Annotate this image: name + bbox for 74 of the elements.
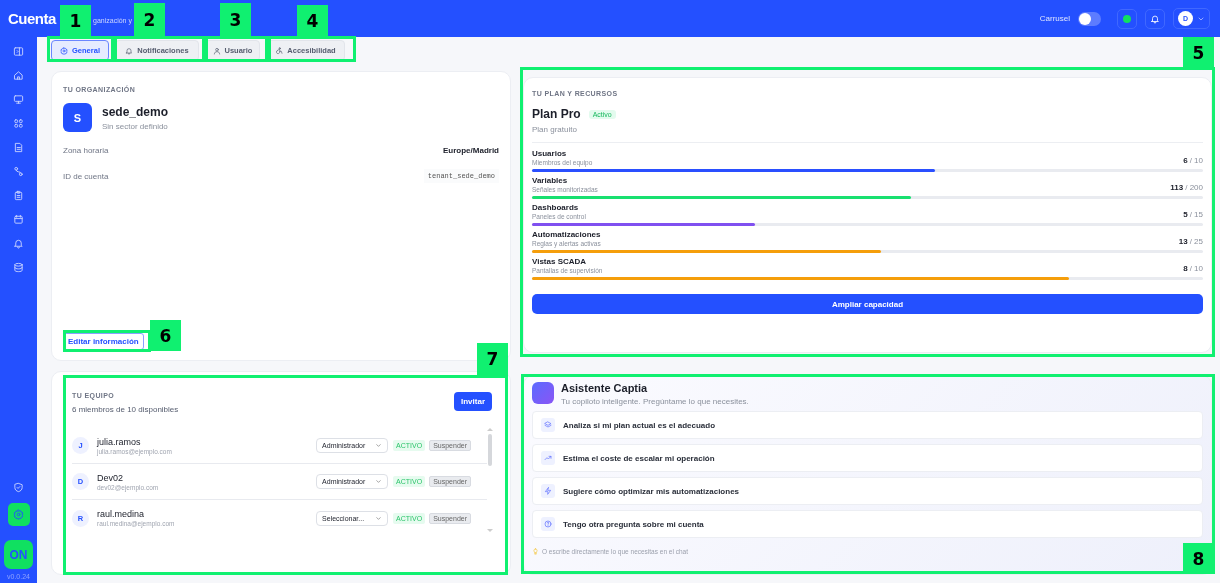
settings-icon bbox=[60, 46, 69, 55]
usage-count: 5 bbox=[1183, 210, 1188, 219]
notifications-button[interactable] bbox=[1145, 8, 1165, 29]
annotation-number: 8 bbox=[1183, 543, 1214, 574]
home-icon bbox=[13, 70, 24, 81]
lightbulb-icon bbox=[532, 548, 539, 555]
annotation-number: 3 bbox=[220, 3, 251, 36]
team-summary: 6 miembros de 10 disponibles bbox=[72, 405, 179, 414]
plan-type: Plan gratuito bbox=[532, 125, 578, 134]
bell-icon bbox=[125, 46, 134, 55]
upgrade-button[interactable]: Ampliar capacidad bbox=[532, 294, 1203, 314]
assistant-logo bbox=[532, 382, 554, 404]
usage-limit: / 10 bbox=[1189, 264, 1203, 273]
clipboard-icon bbox=[13, 190, 24, 201]
bell-icon bbox=[13, 238, 24, 249]
annotation-number: 4 bbox=[297, 5, 328, 36]
usage-limit: / 10 bbox=[1189, 156, 1203, 165]
bell-icon bbox=[1150, 13, 1160, 24]
status-button[interactable] bbox=[1117, 8, 1137, 29]
route-icon bbox=[13, 166, 24, 177]
document-icon bbox=[13, 142, 24, 153]
user-icon bbox=[212, 46, 221, 55]
resource-name: Variables bbox=[532, 176, 569, 185]
field-label: Zona horaria bbox=[63, 146, 109, 155]
member-name: Dev02 bbox=[97, 472, 124, 483]
annotation-number: 6 bbox=[150, 320, 181, 351]
organization-sector: Sin sector definido bbox=[102, 121, 169, 131]
usage-count: 13 bbox=[1178, 237, 1188, 246]
annotation-number: 2 bbox=[134, 3, 165, 36]
annotation-number: 1 bbox=[60, 5, 91, 36]
database-icon bbox=[13, 262, 24, 273]
usage-count: 6 bbox=[1183, 156, 1188, 165]
suggestion-button[interactable]: Sugiere cómo optimizar mis automatizaciones bbox=[532, 477, 1203, 505]
calendar-icon bbox=[13, 214, 24, 225]
shield-icon bbox=[13, 482, 24, 493]
monitor-icon bbox=[13, 94, 24, 105]
accessibility-icon bbox=[275, 46, 284, 55]
sidebar-item[interactable] bbox=[7, 503, 30, 526]
usage-count: 113 bbox=[1170, 183, 1184, 192]
page-title: Cuenta bbox=[8, 10, 58, 27]
field-label: ID de cuenta bbox=[63, 171, 109, 181]
carousel-toggle[interactable] bbox=[1078, 11, 1101, 26]
app-logo[interactable]: ON bbox=[4, 540, 33, 569]
usage-limit: / 25 bbox=[1189, 237, 1203, 246]
carousel-label: Carrusel bbox=[1039, 14, 1070, 23]
panel-icon bbox=[13, 46, 24, 57]
member-name: raul.medina bbox=[97, 509, 146, 519]
annotation-frame bbox=[47, 36, 114, 62]
chevron-down-icon bbox=[375, 478, 383, 485]
suggestion-button[interactable]: Tengo otra pregunta sobre mi cuenta bbox=[532, 510, 1203, 538]
organization-avatar: S bbox=[63, 103, 92, 132]
usage-count: 8 bbox=[1183, 264, 1188, 273]
settings-icon bbox=[13, 509, 24, 520]
grid-icon bbox=[13, 118, 24, 129]
member-name: julia.ramos bbox=[97, 436, 142, 447]
plan-name: Plan Pro bbox=[532, 107, 581, 121]
annotation-number: 7 bbox=[477, 343, 508, 375]
annotation-number: 5 bbox=[1183, 37, 1214, 68]
chevron-down-icon bbox=[375, 442, 383, 449]
usage-limit: / 200 bbox=[1185, 183, 1203, 192]
field-value: Europe/Madrid bbox=[443, 146, 499, 155]
scrollbar[interactable] bbox=[487, 428, 492, 532]
assistant-title: Asistente Captia bbox=[561, 382, 649, 394]
usage-limit: / 15 bbox=[1189, 210, 1203, 219]
assistant-subtitle: Tu copiloto inteligente. Pregúntame lo que necesites. bbox=[561, 397, 749, 406]
resource-name: Vistas SCADA bbox=[532, 257, 588, 266]
resource-name: Usuarios bbox=[532, 149, 568, 158]
organization-name: sede_demo bbox=[102, 104, 169, 119]
suggestion-button[interactable]: Estima el coste de escalar mi operación bbox=[532, 444, 1203, 472]
invite-button[interactable]: Invitar bbox=[454, 392, 492, 411]
chevron-down-icon bbox=[375, 514, 383, 522]
suggestion-button[interactable]: Analiza si mi plan actual es el adecuado bbox=[532, 411, 1203, 439]
resource-name: Automatizaciones bbox=[532, 230, 601, 239]
resource-name: Dashboards bbox=[532, 203, 580, 212]
